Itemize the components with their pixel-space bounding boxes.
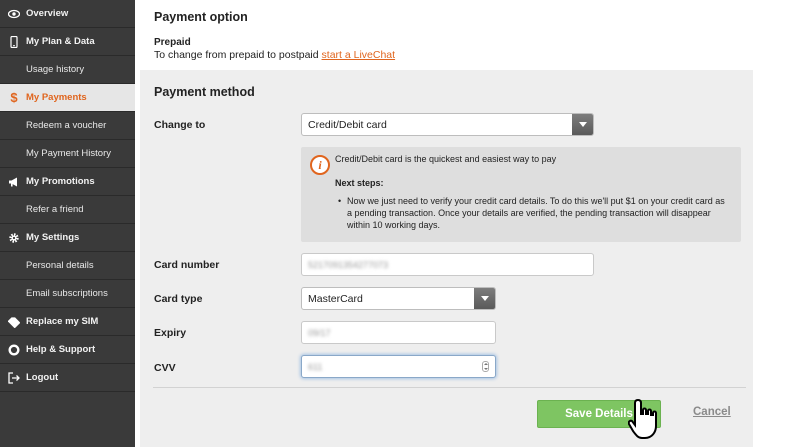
sidebar-item-my-plan-data[interactable]: My Plan & Data: [0, 28, 135, 56]
sidebar-item-label: Email subscriptions: [26, 288, 108, 299]
info-box: i Credit/Debit card is the quickest and …: [301, 147, 741, 242]
cvv-value: 611: [308, 361, 323, 372]
sidebar-item-label: My Payments: [26, 92, 87, 103]
next-steps-label: Next steps:: [335, 178, 384, 188]
payment-type-value: Credit/Debit card: [308, 118, 387, 131]
sidebar-item-label: My Settings: [26, 232, 80, 243]
card-number-input[interactable]: 5217091354277073: [301, 253, 594, 276]
sim-icon: [7, 315, 21, 329]
sidebar-item-replace-sim[interactable]: Replace my SIM: [0, 308, 135, 336]
form-divider: [153, 387, 746, 388]
expiry-label: Expiry: [154, 327, 187, 339]
card-type-label: Card type: [154, 293, 203, 305]
sidebar-item-usage-history[interactable]: Usage history: [0, 56, 135, 84]
info-title: Credit/Debit card is the quickest and ea…: [335, 154, 557, 164]
pointer-cursor-icon: [628, 398, 657, 439]
change-plan-description: To change from prepaid to postpaid: [154, 49, 319, 61]
sidebar-item-label: Redeem a voucher: [26, 120, 107, 131]
cvv-input[interactable]: 611: [301, 355, 496, 378]
sidebar-item-label: Replace my SIM: [26, 316, 99, 327]
right-margin: [753, 0, 800, 447]
gear-icon: [7, 231, 21, 245]
sidebar-item-label: Refer a friend: [26, 204, 84, 215]
sidebar-item-my-promotions[interactable]: My Promotions: [0, 168, 135, 196]
payment-method-title: Payment method: [154, 85, 255, 99]
sidebar-nav: Overview My Plan & Data Usage history $ …: [0, 0, 135, 447]
phone-icon: [7, 35, 21, 49]
chevron-down-icon: [572, 114, 593, 135]
sidebar-item-label: My Payment History: [26, 148, 111, 159]
change-plan-text: To change from prepaid to postpaid start…: [154, 49, 395, 61]
info-icon: i: [310, 155, 330, 175]
payment-option-title: Payment option: [154, 10, 248, 24]
sidebar-item-overview[interactable]: Overview: [0, 0, 135, 28]
sidebar-item-refer-friend[interactable]: Refer a friend: [0, 196, 135, 224]
sidebar-item-label: Logout: [26, 372, 59, 383]
sidebar-item-email-subscriptions[interactable]: Email subscriptions: [0, 280, 135, 308]
sidebar-item-my-payments[interactable]: $ My Payments: [0, 84, 135, 112]
sidebar-item-help-support[interactable]: Help & Support: [0, 336, 135, 364]
plan-type-label: Prepaid: [154, 37, 191, 48]
payment-type-select[interactable]: Credit/Debit card: [301, 113, 594, 136]
payment-option-section: Payment option Prepaid To change from pr…: [135, 0, 753, 70]
megaphone-icon: [7, 175, 21, 189]
sidebar-item-label: Help & Support: [26, 344, 96, 355]
sidebar-item-my-settings[interactable]: My Settings: [0, 224, 135, 252]
lifebuoy-icon: [7, 343, 21, 357]
expiry-value: 09/17: [308, 327, 331, 338]
sidebar-item-payment-history[interactable]: My Payment History: [0, 140, 135, 168]
card-type-select[interactable]: MasterCard: [301, 287, 496, 310]
sidebar-item-redeem-voucher[interactable]: Redeem a voucher: [0, 112, 135, 140]
sidebar-item-label: Personal details: [26, 260, 94, 271]
eye-icon: [7, 7, 21, 21]
sidebar-item-label: My Promotions: [26, 176, 95, 187]
logout-icon: [7, 371, 21, 385]
card-number-value: 5217091354277073: [308, 259, 389, 270]
next-steps-text: Now we just need to verify your credit c…: [335, 195, 730, 231]
sidebar-item-personal-details[interactable]: Personal details: [0, 252, 135, 280]
cvv-label: CVV: [154, 362, 176, 374]
main-content: Payment option Prepaid To change from pr…: [135, 0, 800, 447]
expiry-input[interactable]: 09/17: [301, 321, 496, 344]
dollar-icon: $: [10, 90, 18, 105]
sidebar-item-logout[interactable]: Logout: [0, 364, 135, 392]
change-to-label: Change to: [154, 119, 206, 131]
card-type-value: MasterCard: [308, 292, 363, 305]
payment-method-section: Payment method Change to Credit/Debit ca…: [140, 70, 753, 447]
sidebar-item-label: Overview: [26, 8, 69, 19]
card-number-label: Card number: [154, 259, 220, 271]
sidebar-item-label: Usage history: [26, 64, 85, 75]
sidebar-item-label: My Plan & Data: [26, 36, 95, 47]
chevron-down-icon: [474, 288, 495, 309]
cancel-link[interactable]: Cancel: [693, 406, 731, 418]
livechat-link[interactable]: start a LiveChat: [322, 49, 396, 61]
number-stepper-icon[interactable]: [482, 361, 489, 372]
